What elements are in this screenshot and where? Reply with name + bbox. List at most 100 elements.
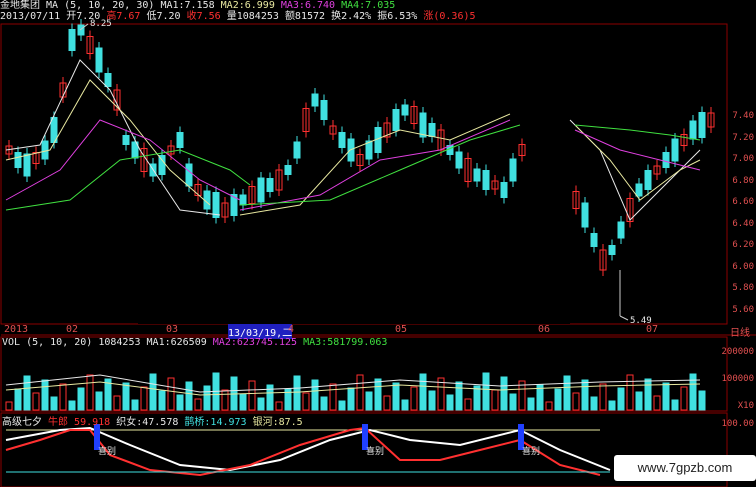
candle-body xyxy=(662,152,670,168)
time-axis: 2013 02 03 13/03/19,二 4 05 06 07 日线 xyxy=(0,324,756,339)
price-tick: 7.40 xyxy=(732,111,754,121)
volume-bar xyxy=(41,379,49,411)
niulang-value: 牛郎 59.918 xyxy=(48,417,111,428)
volume-bar xyxy=(590,396,598,411)
candle-body xyxy=(95,47,103,73)
candle-body xyxy=(509,158,517,182)
volume-bar xyxy=(572,392,580,411)
volume-bar xyxy=(428,390,436,411)
volume-bar xyxy=(473,385,481,411)
volume-bar xyxy=(446,394,454,411)
volume-bar xyxy=(626,374,634,411)
volume-bar xyxy=(617,387,625,411)
volume-bar xyxy=(257,397,265,411)
candle-body xyxy=(293,141,301,159)
blank-area xyxy=(138,218,538,324)
volume-bar xyxy=(500,376,508,411)
candle-body xyxy=(689,120,697,140)
volume-bar xyxy=(167,377,175,411)
candle-body xyxy=(455,151,463,169)
volume-bar xyxy=(635,391,643,411)
volume-bar xyxy=(95,391,103,411)
candle-body xyxy=(590,233,598,247)
candle-body xyxy=(320,100,328,120)
candle-body xyxy=(14,152,22,168)
volume-bar xyxy=(410,386,418,411)
indicator-title: 高级七夕 xyxy=(2,417,42,428)
volume-bar xyxy=(401,399,409,411)
candle-body xyxy=(698,112,706,138)
price-tick: 5.80 xyxy=(732,283,754,293)
volume-bar xyxy=(338,400,346,411)
volume-bar xyxy=(347,387,355,411)
volume-bar xyxy=(644,378,652,411)
candle-body xyxy=(266,178,274,192)
vol-tick: 200000 xyxy=(721,347,754,357)
volume-header: VOL (5, 10, 20) 1084253 MA1:626509 MA2:6… xyxy=(2,337,387,348)
volume-bar xyxy=(131,399,139,411)
marker-label: 喜别 xyxy=(98,447,117,457)
volume-bar xyxy=(239,393,247,411)
candle-body xyxy=(428,123,436,137)
volume-bar xyxy=(491,389,499,411)
zhinv-value: 织女:47.578 xyxy=(116,417,179,428)
volume-bar xyxy=(176,394,184,411)
volume-bar xyxy=(221,389,229,411)
candle-body xyxy=(617,221,625,239)
volume-bar xyxy=(563,375,571,411)
volume-bar xyxy=(23,375,31,411)
indicator-header: 高级七夕 牛郎 59.918 织女:47.578 鹊桥:14.973 银河:87… xyxy=(2,413,303,428)
price-tick: 6.60 xyxy=(732,197,754,207)
marker-label: 喜别 xyxy=(366,447,385,457)
time-label: 06 xyxy=(538,324,551,335)
price-tick: 7.00 xyxy=(732,154,754,164)
volume-bars xyxy=(5,372,706,411)
marker-label: 喜别 xyxy=(522,447,541,457)
candle-body xyxy=(158,155,166,175)
candle-body xyxy=(500,182,508,198)
price-tick: 6.80 xyxy=(732,175,754,186)
price-tick: 6.00 xyxy=(732,261,754,272)
volume-bar xyxy=(158,390,166,411)
candle-body xyxy=(581,202,589,228)
volume-bar xyxy=(383,395,391,411)
volume-bar xyxy=(77,387,85,411)
high-annotation: 8.25 xyxy=(90,19,112,29)
volume-bar xyxy=(329,383,337,411)
volume-bar xyxy=(194,398,202,411)
site-watermark: www.7gpzb.com xyxy=(614,455,756,481)
candle-body xyxy=(482,170,490,190)
volume-bar xyxy=(374,378,382,411)
volume-bar xyxy=(5,401,13,411)
volume-bar xyxy=(698,390,706,411)
volume-bar xyxy=(527,397,535,411)
time-label: 2013 xyxy=(4,324,29,335)
price-tick: 7.20 xyxy=(732,132,754,143)
blank-area-2 xyxy=(520,114,570,324)
time-label: 02 xyxy=(66,324,79,335)
volume-bar xyxy=(140,386,148,411)
price-tick: 6.20 xyxy=(732,240,754,250)
candle-body xyxy=(392,109,400,131)
vol-ma3: MA3:581799.063 xyxy=(303,337,388,348)
volume-bar xyxy=(482,372,490,411)
volume-bar xyxy=(248,380,256,411)
candle-body xyxy=(419,112,427,138)
volume-bar xyxy=(653,395,661,411)
volume-bar xyxy=(392,382,400,411)
volume-bar xyxy=(599,383,607,411)
time-label: 4 xyxy=(288,324,295,335)
period-label[interactable]: 日线 xyxy=(730,324,750,339)
vol-title: VOL (5, 10, 20) xyxy=(2,337,93,348)
volume-bar xyxy=(680,386,688,411)
candle-body xyxy=(311,93,319,107)
time-label: 05 xyxy=(395,324,408,335)
volume-bar xyxy=(50,396,58,411)
candle-body xyxy=(104,73,112,87)
time-label: 03 xyxy=(166,324,179,335)
volume-bar xyxy=(365,391,373,411)
price-tick: 5.60 xyxy=(732,304,754,315)
yinhe-value: 银河:87.5 xyxy=(252,417,303,428)
volume-bar xyxy=(302,392,310,411)
volume-bar xyxy=(545,401,553,411)
